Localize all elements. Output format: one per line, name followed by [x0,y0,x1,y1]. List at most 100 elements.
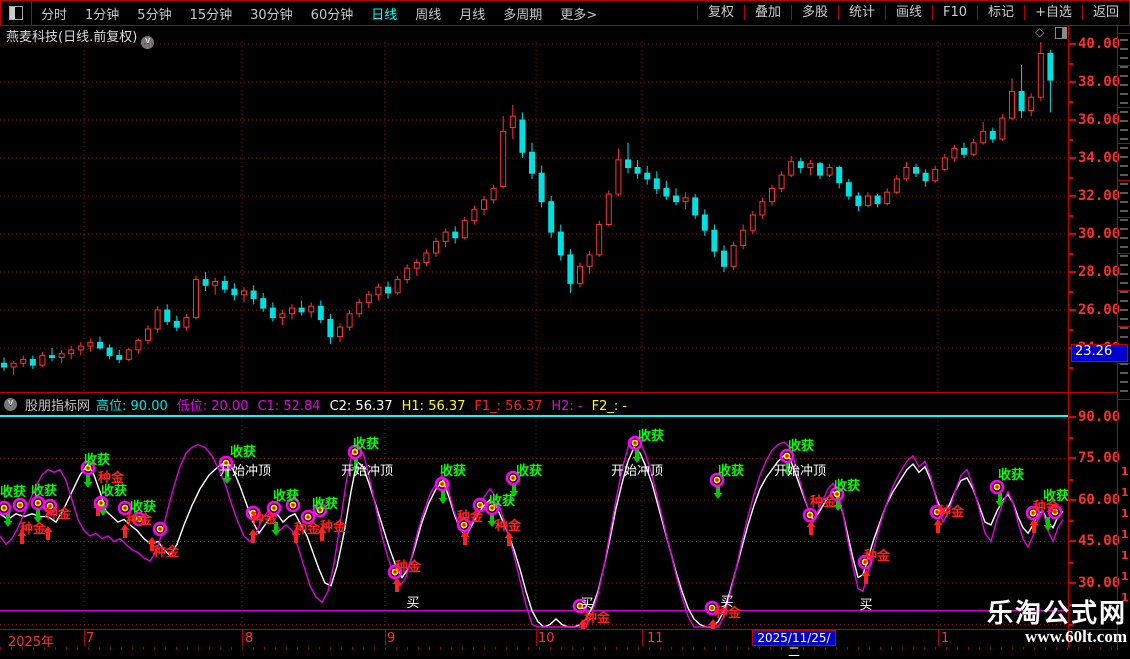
strip-glyph [1120,372,1128,374]
plant-label: 种金 [250,511,278,527]
axis-tick [1069,540,1076,542]
action-button-返回[interactable]: 返回 [1082,5,1129,20]
panel-split-icon[interactable] [1055,27,1067,39]
strip-glyph [1120,201,1128,203]
candle-body [213,282,218,286]
action-button-复权[interactable]: 复权 [697,5,744,20]
candle-body [11,363,16,367]
candle-body [2,363,7,367]
candle-body [146,329,151,340]
pane-divider[interactable] [0,392,1117,393]
harvest-label: 收获 [31,483,57,499]
period-tab-分时[interactable]: 分时 [32,8,76,23]
strip-separator [1118,107,1130,108]
strip-glyph [1120,309,1128,311]
month-label-8: 8 [245,631,253,646]
strip-glyph [1120,66,1128,68]
candle-body [366,295,371,303]
candle-body [664,188,669,196]
candle-body [808,164,813,168]
strip-separator [1118,180,1130,181]
candle-body [779,175,784,188]
action-button-多股[interactable]: 多股 [791,5,838,20]
strip-glyph [1120,156,1128,158]
period-tab-1分钟[interactable]: 1分钟 [76,8,128,23]
sell-arrow-icon [633,449,642,463]
harvest-label: 收获 [718,463,744,479]
month-separator [938,630,939,646]
axis-minor-tick [1069,177,1073,179]
candle-body [395,280,400,293]
flower-marker-core [272,506,275,509]
action-button-统计[interactable]: 统计 [838,5,885,20]
axis-tick [1069,582,1076,584]
month-label-9: 9 [387,631,395,646]
period-tab-更多>[interactable]: 更多> [551,8,606,23]
candle-body [1048,54,1053,81]
strip-glyph [1120,183,1128,185]
candle-body [184,318,189,328]
period-tab-15分钟[interactable]: 15分钟 [181,8,242,23]
plant-label: 种金 [456,509,484,525]
top-toolbar: 分时1分钟5分钟15分钟30分钟60分钟日线周线月线多周期更多> 复权叠加多股统… [0,0,1130,26]
strip-digit: 1 [1121,465,1129,478]
flower-marker-core [511,476,514,479]
period-tab-30分钟[interactable]: 30分钟 [241,8,302,23]
candle-body [453,232,458,238]
axis-tick [1069,157,1076,159]
strip-digit: 1 [1121,528,1129,541]
action-button-group: 复权叠加多股统计画线F10标记+自选返回 [697,1,1129,25]
period-tab-周线[interactable]: 周线 [406,8,450,23]
candle-body [318,306,323,319]
candle-body [357,302,362,313]
period-tab-多周期[interactable]: 多周期 [494,8,551,23]
action-button-F10[interactable]: F10 [932,5,977,20]
axis-minor-tick [1069,63,1073,65]
harvest-label: 收获 [834,478,860,494]
strip-glyph [1120,174,1128,176]
strip-glyph [1120,237,1128,239]
indicator-name[interactable]: 股朋指标网 [25,395,90,414]
axis-tick [1069,309,1076,311]
layout-toggle-icon[interactable] [9,6,23,20]
candle-body [434,242,439,253]
candle-body [530,152,535,173]
action-button-+自选[interactable]: +自选 [1024,5,1082,20]
action-button-标记[interactable]: 标记 [977,5,1024,20]
flower-marker-core [633,441,636,444]
axis-tick [1069,457,1076,459]
candle-body [165,310,170,321]
harvest-label: 收获 [230,444,256,460]
candle-body [837,168,842,183]
axis-minor-tick [1069,367,1073,369]
main-axis-label: 28.00 [1078,264,1120,280]
candle-body [1000,118,1005,139]
candle-body [674,196,679,202]
harvest-label: 收获 [353,436,379,452]
watermark: 乐淘公式网 www.60lt.com [987,601,1127,646]
month-label-10: 10 [538,631,555,646]
diamond-icon[interactable]: ◇ [1035,25,1044,39]
flower-marker-core [785,454,788,457]
plant-label: 种金 [19,521,47,537]
buy-arrow-icon [862,570,871,584]
period-tab-日线[interactable]: 日线 [362,8,406,23]
buy-arrow-icon [934,519,943,533]
period-tab-5分钟[interactable]: 5分钟 [128,8,180,23]
strip-glyph [1120,264,1128,266]
action-button-叠加[interactable]: 叠加 [744,5,791,20]
strip-glyph [1120,111,1128,113]
candle-body [750,215,755,230]
collapse-icon[interactable]: v [4,398,17,411]
action-button-画线[interactable]: 画线 [885,5,932,20]
candle-body [1010,92,1015,119]
candle-body [770,188,775,201]
candle-body [21,359,26,363]
indicator-axis-label: 75.00 [1078,450,1120,466]
candle-body [155,310,160,329]
strip-glyph [1120,228,1128,230]
period-tab-60分钟[interactable]: 60分钟 [302,8,363,23]
period-tab-月线[interactable]: 月线 [450,8,494,23]
candle-body [261,299,266,309]
candle-body [549,202,554,232]
